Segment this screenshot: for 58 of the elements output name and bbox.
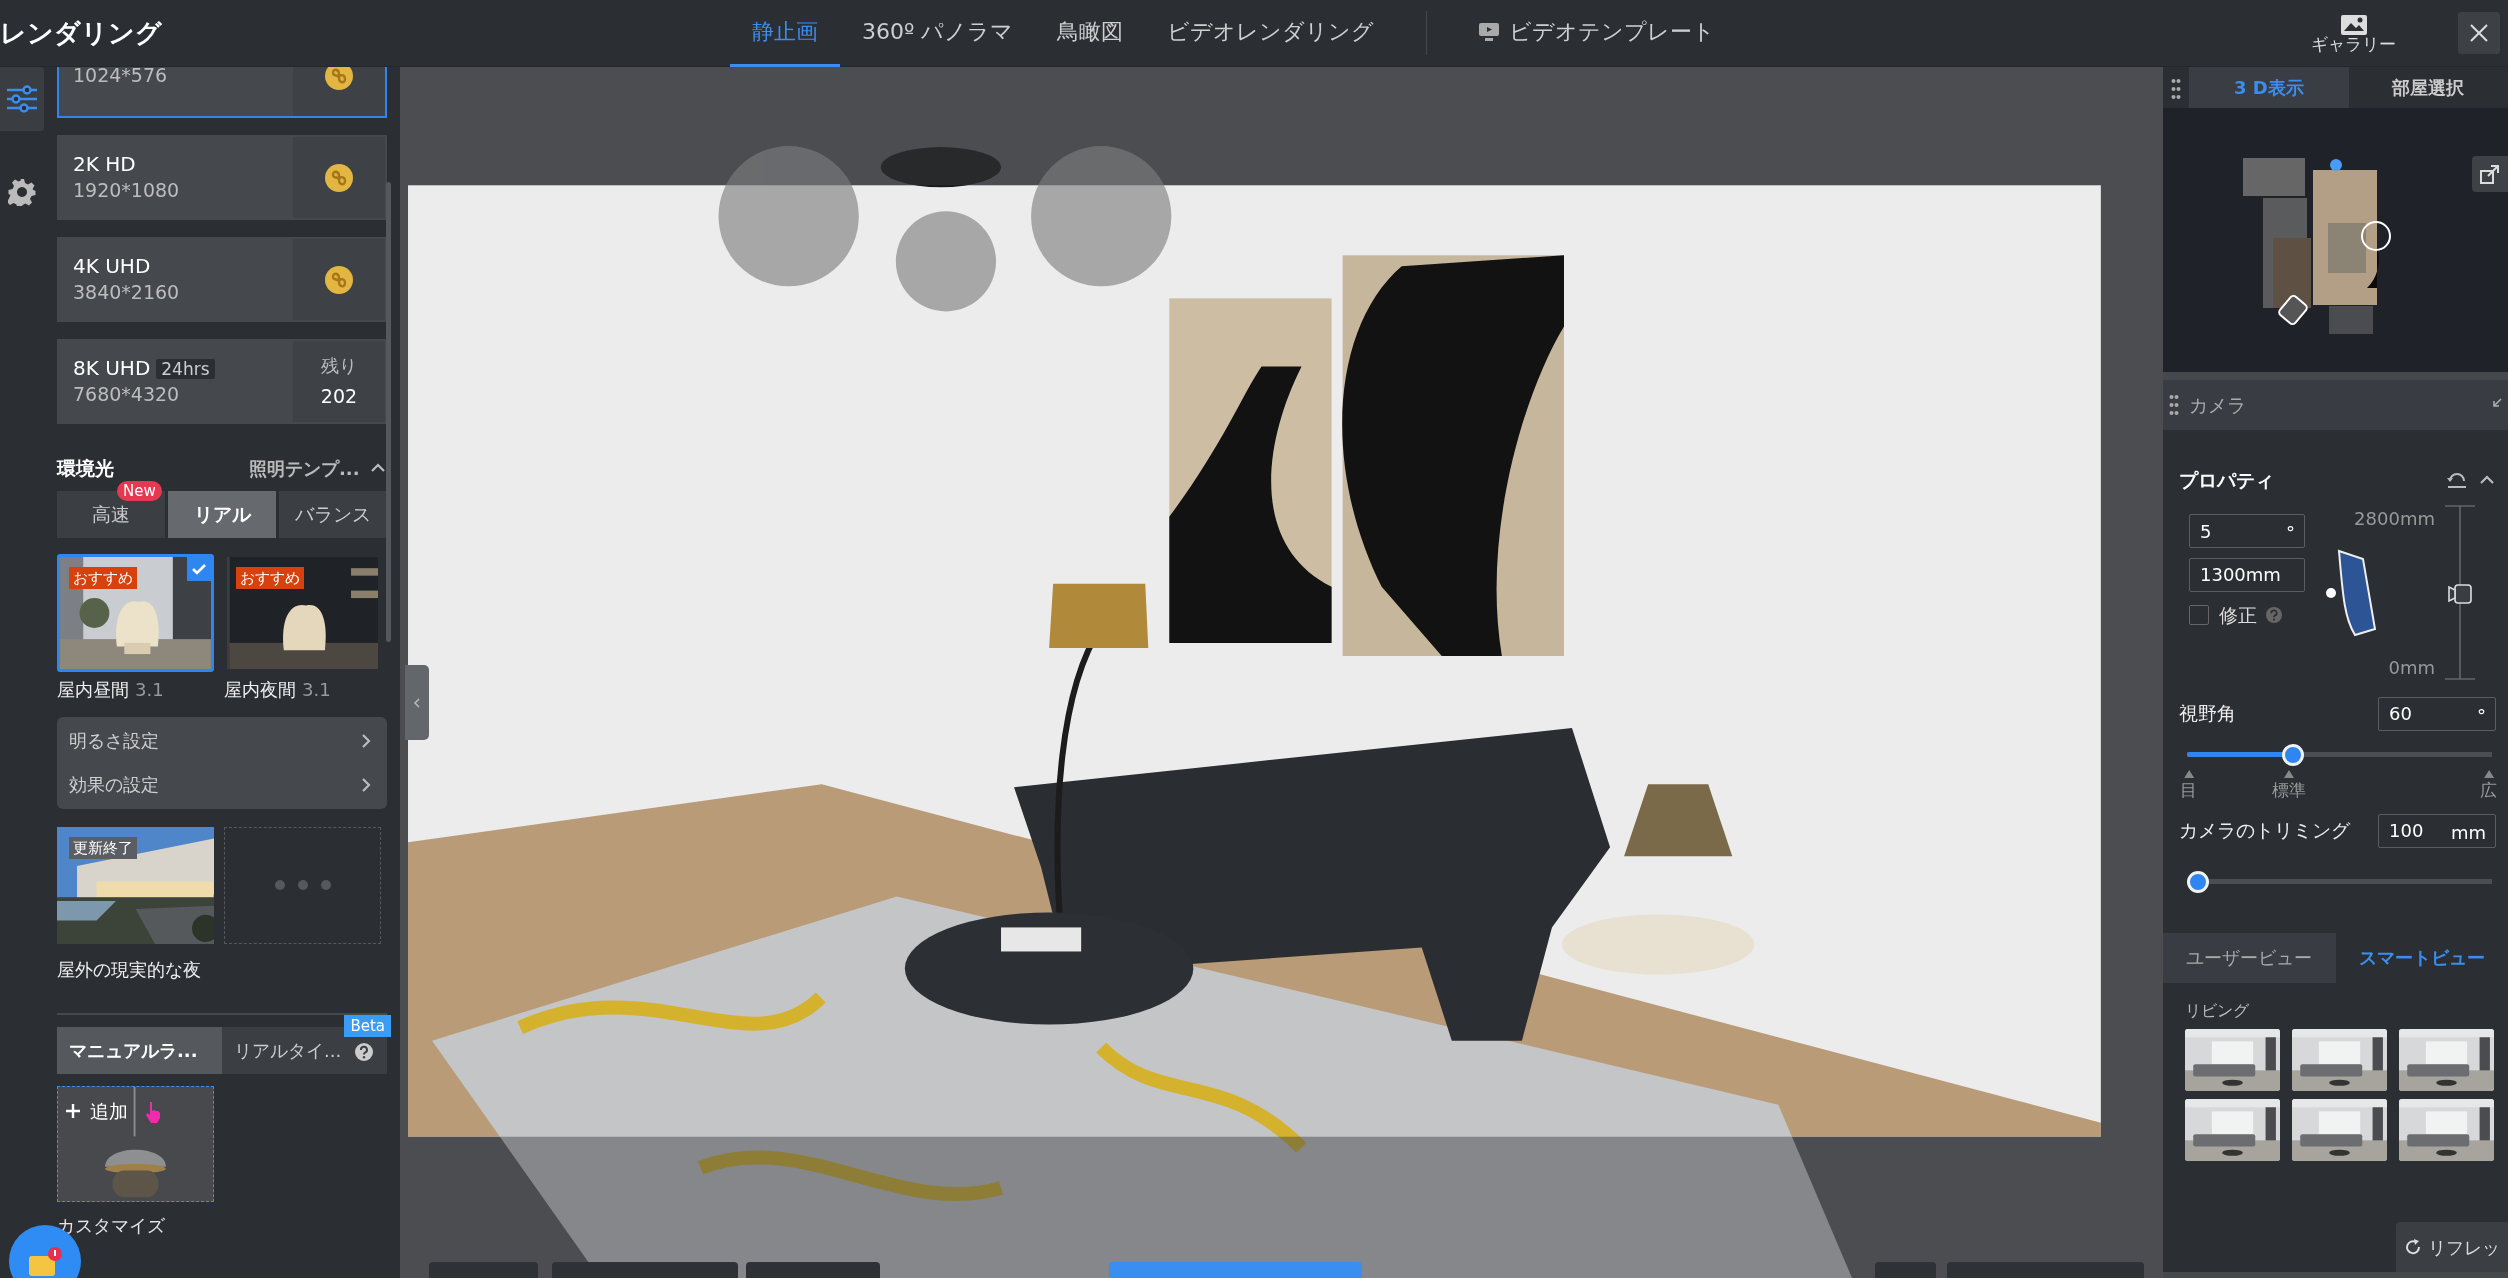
- resolution-card[interactable]: 4K UHD 3840*2160: [57, 237, 387, 322]
- unit-label: °: [2477, 703, 2486, 728]
- menu-item[interactable]: 効果の設定: [57, 762, 387, 807]
- preset-card[interactable]: 更新終了: [57, 826, 214, 944]
- resolution-name: 8K UHD: [73, 356, 151, 381]
- version-label: 3.1: [302, 678, 331, 700]
- mode-tab[interactable]: 鳥瞰図: [1035, 0, 1146, 67]
- tick-label: 広: [2480, 778, 2498, 802]
- preset-name: 屋外の現実的な夜: [57, 958, 201, 980]
- status-tag: 更新終了: [69, 836, 137, 859]
- preset-card[interactable]: おすすめ: [57, 553, 214, 672]
- new-badge: New: [117, 480, 162, 501]
- resolution-size: 3840*2160: [73, 281, 180, 304]
- template-link[interactable]: 照明テンプ...: [249, 454, 360, 482]
- light-tab[interactable]: マニュアルラ...: [57, 1026, 222, 1074]
- version-label: 3.1: [135, 678, 164, 700]
- mode-tab[interactable]: 360º パノラマ: [840, 0, 1036, 67]
- panel-title: カメラ: [2188, 392, 2246, 418]
- remaining-label: 残り: [321, 353, 357, 378]
- mode-segment[interactable]: バランス: [279, 490, 387, 538]
- refresh-button[interactable]: リフレッ: [2396, 1222, 2508, 1272]
- resolution-size: 1920*1080: [73, 179, 180, 202]
- resolution-size: 7680*4320: [73, 383, 180, 406]
- preset-name: 屋内夜間: [224, 678, 296, 700]
- unit-label: mm: [2450, 820, 2486, 845]
- resolution-card[interactable]: 1024*576: [57, 67, 387, 118]
- mode-tab[interactable]: ビデオレンダリング: [1145, 0, 1397, 67]
- remaining-count: 202: [320, 383, 358, 409]
- checkbox-label: 修正: [2218, 603, 2257, 628]
- section-title: 環境光: [57, 456, 114, 481]
- time-tag: 24hrs: [156, 359, 215, 380]
- height-max-label: 2800mm: [2354, 506, 2435, 531]
- resolution-card[interactable]: 2K HD 1920*1080: [57, 135, 387, 220]
- resolution-name: 2K HD: [73, 152, 136, 177]
- section-title: プロパティ: [2179, 468, 2274, 493]
- height-min-label: 0mm: [2388, 655, 2435, 680]
- gallery-button[interactable]: ギャラリー: [2305, 11, 2402, 55]
- app-title: レンダリング: [0, 16, 163, 50]
- unit-label: °: [2286, 521, 2295, 545]
- beta-badge: Beta: [344, 1014, 391, 1037]
- recommended-tag: おすすめ: [236, 566, 304, 589]
- view-tab[interactable]: ユーザービュー: [2163, 932, 2336, 983]
- recommended-tag: おすすめ: [69, 566, 137, 589]
- preset-card[interactable]: おすすめ: [224, 553, 381, 672]
- resolution-name: 4K UHD: [73, 254, 151, 279]
- video-template-tab[interactable]: ビデオテンプレート: [1457, 0, 1738, 67]
- tick-label: 目: [2180, 778, 2198, 802]
- height-field[interactable]: 1300mm: [2189, 557, 2305, 592]
- field-label: カメラのトリミング: [2179, 818, 2350, 844]
- add-button[interactable]: 追加: [66, 1096, 128, 1125]
- field-label: 視野角: [2179, 701, 2236, 727]
- resolution-card[interactable]: 8K UHD 24hrs 7680*4320 残り 202: [57, 339, 387, 424]
- resolution-size: 1024*576: [73, 67, 168, 86]
- tick-label: 標準: [2272, 778, 2307, 802]
- preset-name: 屋内昼間: [57, 678, 129, 700]
- mode-segment[interactable]: リアル: [168, 490, 276, 538]
- category-label: リビング: [2185, 999, 2250, 1022]
- menu-item[interactable]: 明るさ設定: [57, 718, 387, 763]
